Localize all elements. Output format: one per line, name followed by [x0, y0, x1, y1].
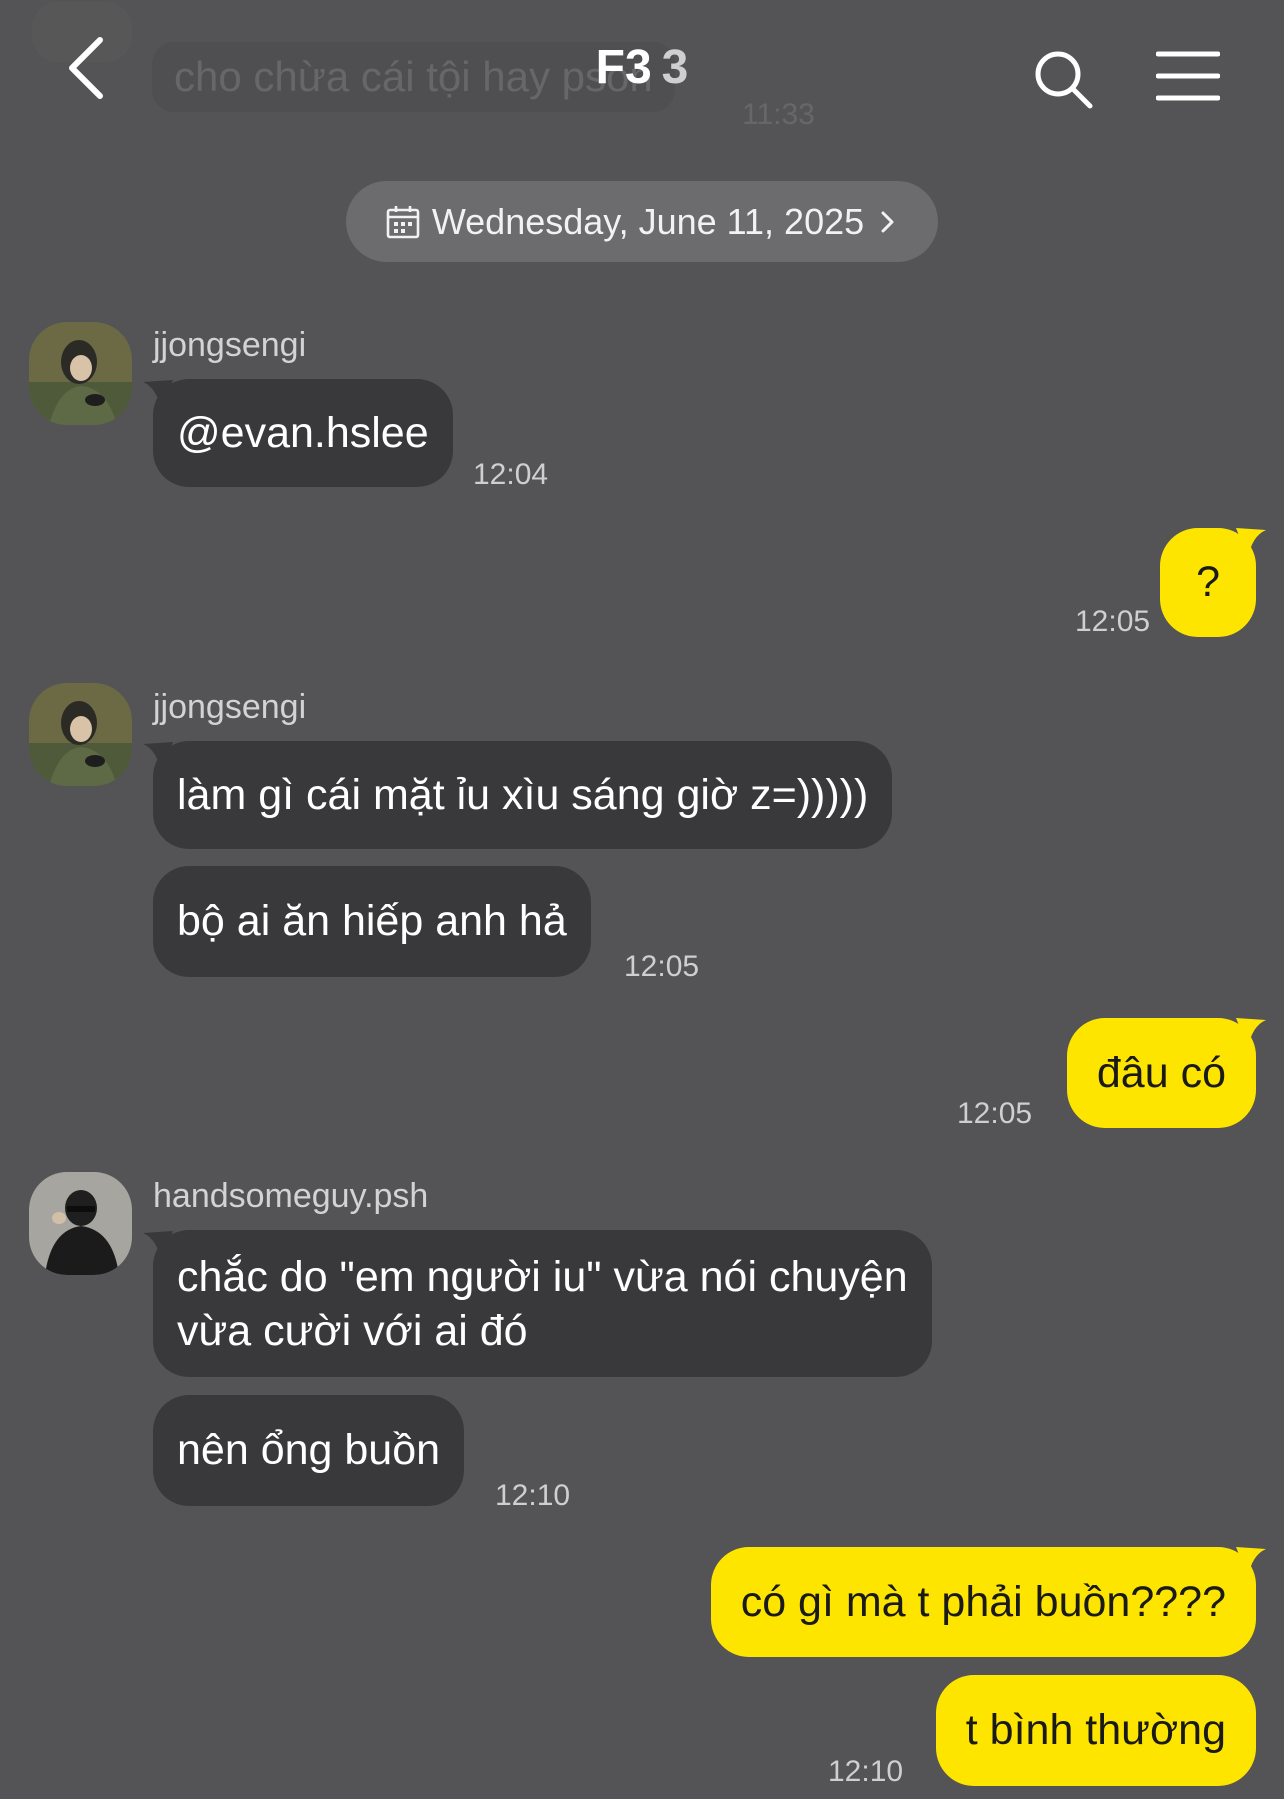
- menu-icon: [1155, 51, 1221, 101]
- message-bubble-outgoing[interactable]: có gì mà t phải buồn????: [710, 1547, 1256, 1657]
- message-bubble[interactable]: @evan.hslee: [153, 379, 453, 487]
- search-button[interactable]: [1032, 48, 1096, 112]
- member-count: 3: [661, 41, 689, 94]
- message-bubble-outgoing[interactable]: đâu có: [1066, 1018, 1256, 1128]
- menu-button[interactable]: [1155, 50, 1221, 106]
- bubble-tail: [1236, 1018, 1266, 1048]
- scrolled-message-time: 11:33: [742, 98, 815, 131]
- message-time: 12:10: [495, 1479, 571, 1512]
- sender-name: jjongsengi: [153, 326, 307, 364]
- date-label: Wednesday, June 11, 2025: [431, 200, 865, 242]
- chat-name: F3: [595, 41, 652, 94]
- chevron-right-icon: [881, 211, 894, 232]
- avatar-photo: [29, 322, 132, 425]
- avatar-jjongsengi[interactable]: [29, 322, 132, 425]
- message-bubble-outgoing[interactable]: t bình thường: [935, 1675, 1256, 1786]
- message-bubble[interactable]: bộ ai ăn hiếp anh hả: [153, 866, 591, 977]
- message-time: 12:04: [473, 458, 549, 491]
- avatar-photo: [29, 683, 132, 786]
- message-bubble[interactable]: nên ổng buồn: [153, 1395, 465, 1506]
- message-line: vừa cười với ai đó: [177, 1307, 528, 1355]
- avatar-jjongsengi[interactable]: [29, 683, 132, 786]
- message-time: 12:05: [957, 1097, 1033, 1130]
- calendar-icon: [386, 205, 420, 238]
- message-time: 12:05: [624, 950, 700, 983]
- sender-name: jjongsengi: [153, 688, 307, 726]
- search-icon: [1035, 51, 1093, 109]
- date-divider[interactable]: Wednesday, June 11, 2025: [346, 181, 938, 262]
- message-line: chắc do "em người iu" vừa nói chuyện: [177, 1253, 908, 1301]
- chat-screen: cho chừa cái tội hay pson 11:33 F3 3 Wed…: [0, 0, 1284, 1799]
- message-time: 12:10: [828, 1755, 904, 1788]
- message-bubble-multiline[interactable]: chắc do "em người iu" vừa nói chuyện vừa…: [153, 1230, 932, 1377]
- sender-name: handsomeguy.psh: [153, 1177, 429, 1215]
- avatar-photo: [29, 1172, 132, 1275]
- message-time: 12:05: [1075, 605, 1151, 638]
- bubble-tail: [1236, 528, 1266, 558]
- message-bubble[interactable]: làm gì cái mặt ỉu xìu sáng giờ z=))))): [153, 741, 893, 849]
- avatar-handsomeguy-psh[interactable]: [29, 1172, 132, 1275]
- bubble-tail: [1236, 1547, 1266, 1577]
- chat-header: cho chừa cái tội hay pson 11:33 F3 3: [0, 0, 1284, 150]
